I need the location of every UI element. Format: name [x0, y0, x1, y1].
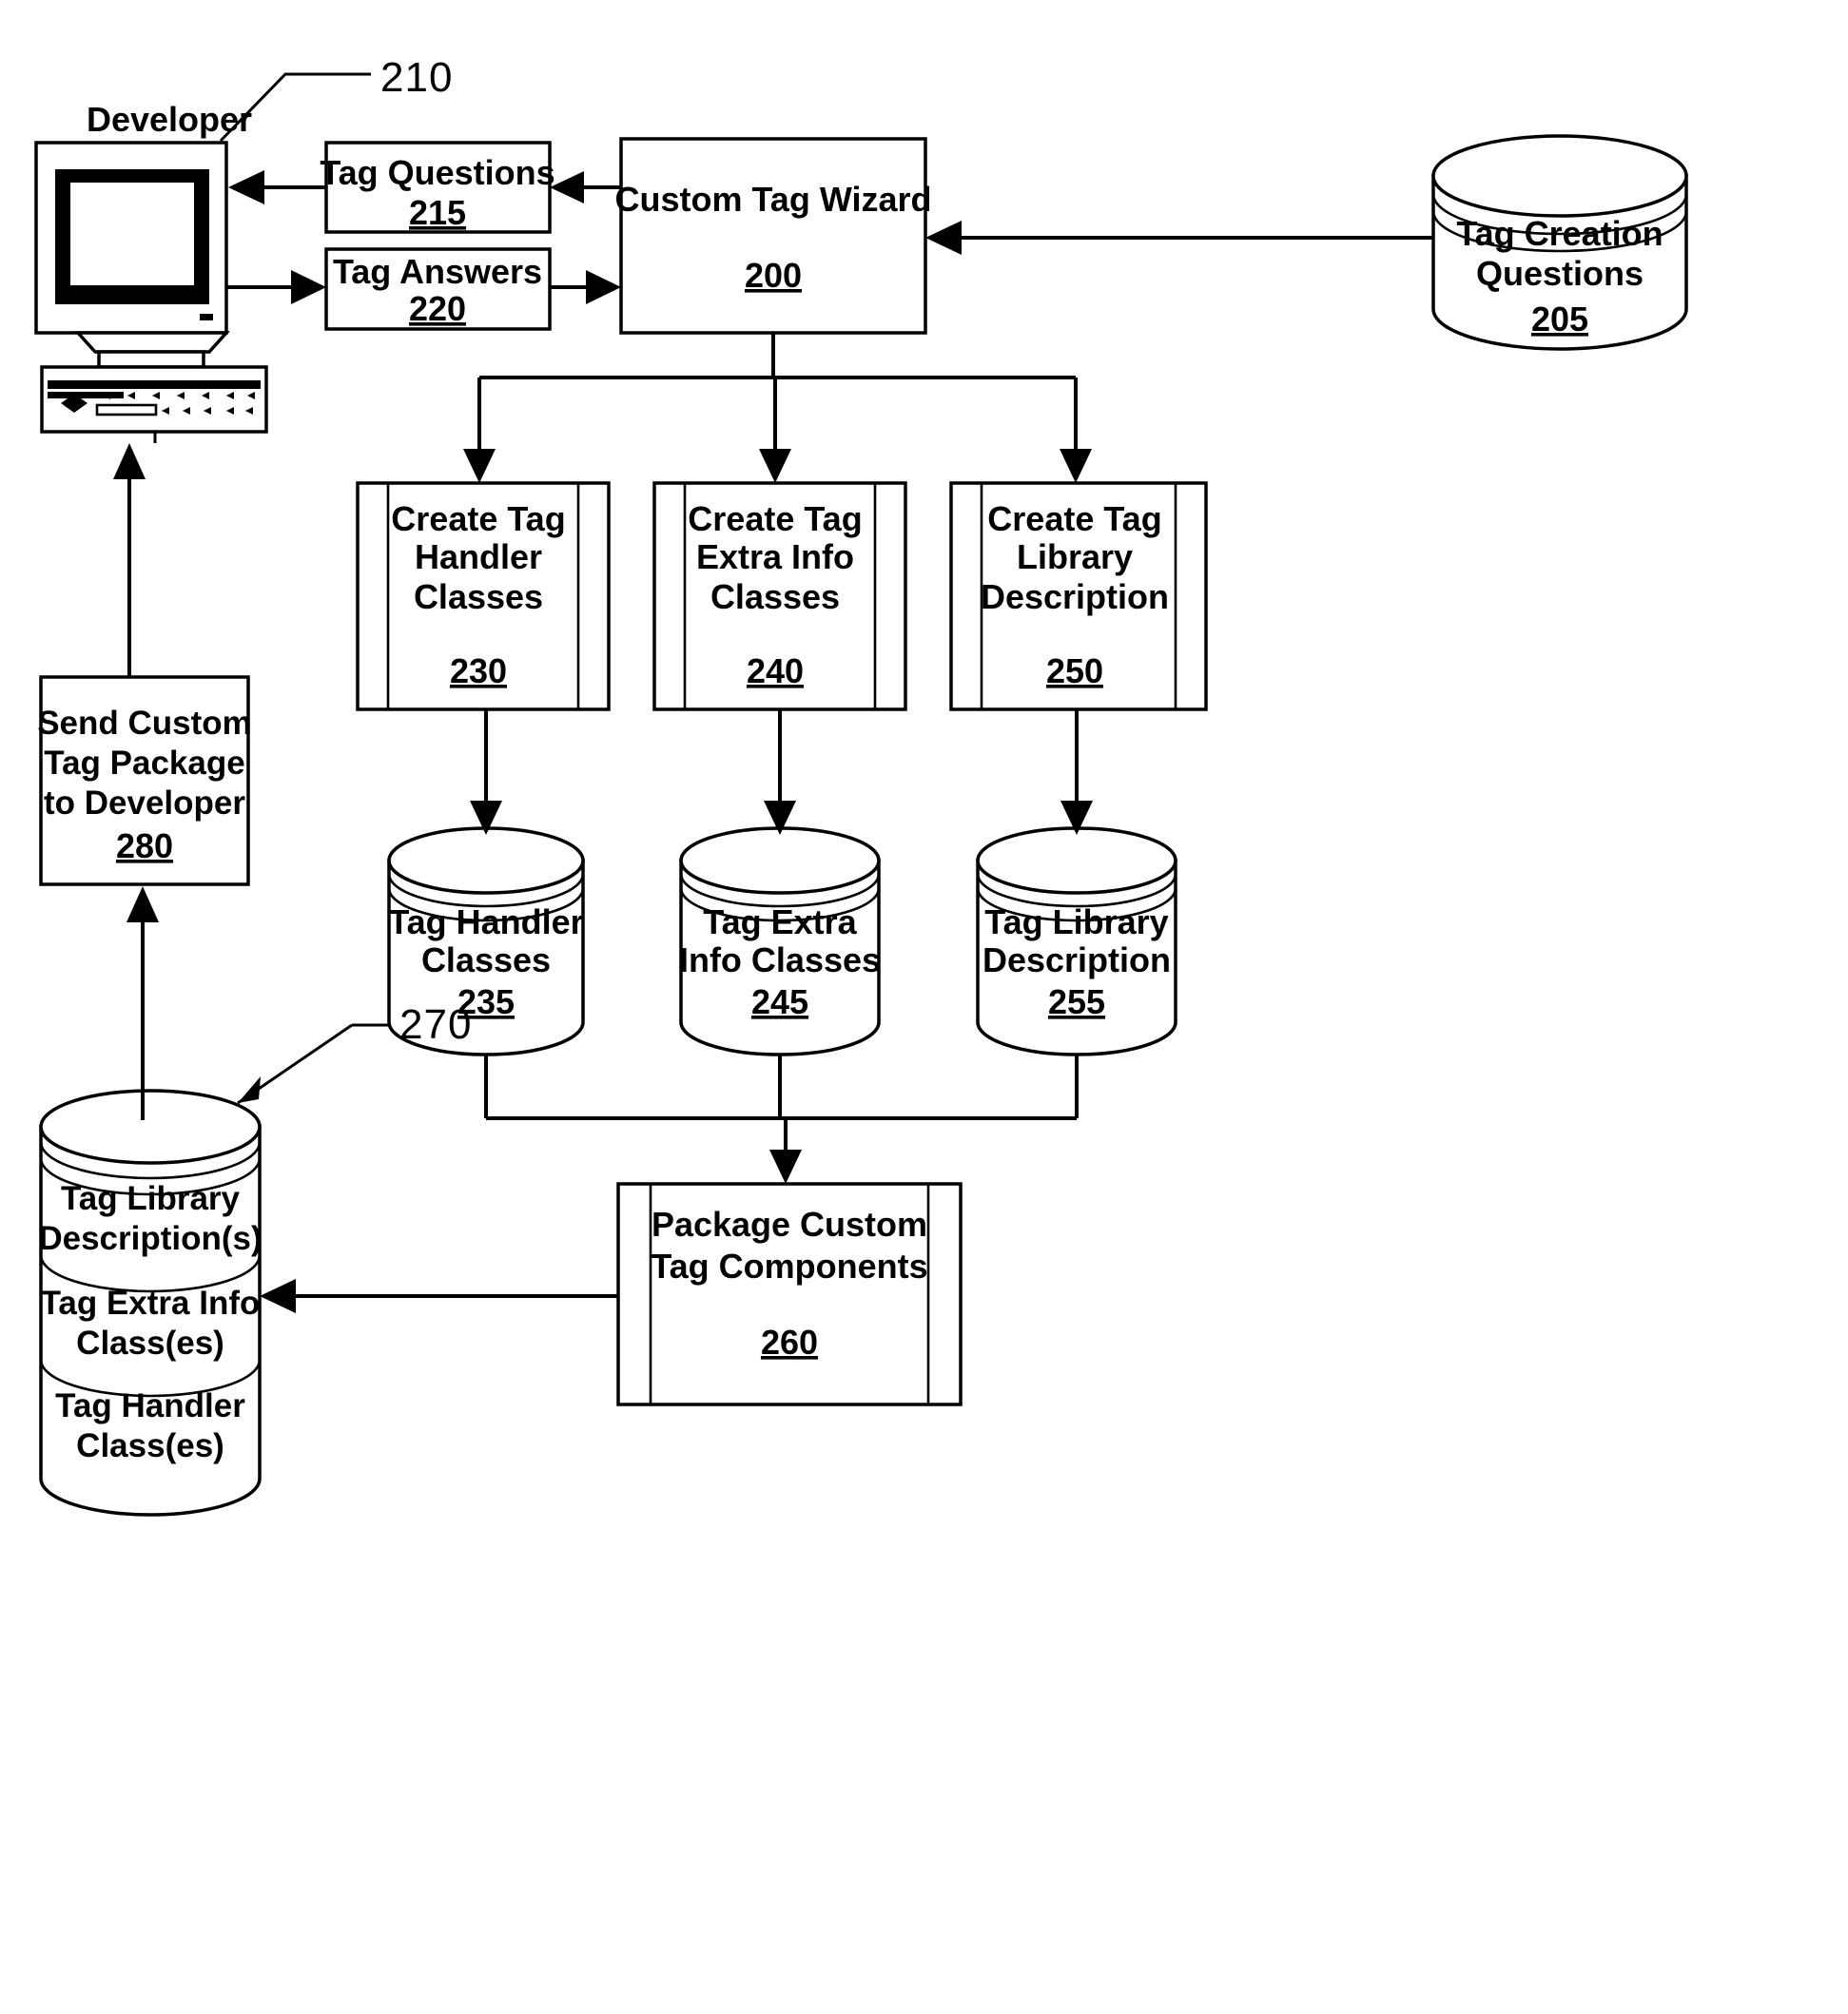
- power-led-icon: [200, 314, 213, 320]
- custom-tag-wizard-ref: 200: [745, 256, 802, 295]
- create-tag-library-label-3: Description: [981, 577, 1169, 616]
- tag-questions-ref: 215: [409, 193, 466, 232]
- tag-creation-questions-top: [1431, 134, 1688, 218]
- keyboard-top-strip: [48, 380, 261, 389]
- tag-library-description-top: [976, 826, 1177, 895]
- tag-library-package-label-3: Tag Extra Info: [41, 1285, 261, 1322]
- monitor-screen: [70, 183, 194, 285]
- tag-library-package-label-5: Tag Handler: [55, 1387, 245, 1424]
- create-tag-handler-label-1: Create Tag: [391, 499, 565, 538]
- tag-questions: Tag Questions 215: [320, 141, 555, 234]
- tag-library-description-label-1: Tag Library: [984, 902, 1168, 941]
- custom-tag-wizard: Custom Tag Wizard 200: [614, 137, 932, 335]
- send-custom-tag-package-label-3: to Developer: [44, 784, 245, 822]
- developer-caption: Developer: [87, 100, 252, 139]
- custom-tag-wizard-box: [619, 137, 927, 335]
- create-tag-handler-label-3: Classes: [414, 577, 543, 616]
- tag-extra-info-classes-store: Tag Extra Info Classes 245: [679, 826, 881, 1056]
- tag-answers-ref: 220: [409, 289, 466, 328]
- tag-creation-questions-label-2: Questions: [1476, 254, 1644, 293]
- package-custom-tag-ref: 260: [761, 1323, 818, 1362]
- tag-library-package-top: [39, 1089, 262, 1165]
- create-tag-extra-info-label-2: Extra Info: [696, 537, 854, 576]
- tag-creation-questions-ref: 205: [1531, 300, 1588, 339]
- tag-creation-questions-label-1: Tag Creation: [1456, 214, 1663, 253]
- package-custom-tag-components: Package Custom Tag Components 260: [616, 1182, 963, 1406]
- monitor-base: [97, 350, 205, 369]
- patent-figure: 210 Developer Tag Questions 215 Tag Answ…: [0, 0, 1848, 2009]
- create-tag-handler-label-2: Handler: [415, 537, 542, 576]
- tag-extra-info-classes-ref: 245: [751, 982, 808, 1021]
- tag-library-package-label-2: Description(s): [38, 1220, 262, 1257]
- create-tag-library-label-1: Create Tag: [987, 499, 1161, 538]
- create-tag-extra-info-classes: Create Tag Extra Info Classes 240: [652, 481, 907, 711]
- create-tag-extra-info-ref: 240: [747, 651, 804, 690]
- tag-library-description-label-2: Description: [982, 940, 1171, 979]
- tag-extra-info-classes-label-2: Info Classes: [679, 940, 881, 979]
- keyboard-second-strip: [48, 392, 124, 398]
- create-tag-handler-classes: Create Tag Handler Classes 230: [356, 481, 611, 711]
- create-tag-library-ref: 250: [1046, 651, 1103, 690]
- create-tag-library-description: Create Tag Library Description 250: [949, 481, 1208, 711]
- send-custom-tag-package-ref: 280: [116, 826, 173, 865]
- send-custom-tag-package-label-1: Send Custom: [37, 705, 252, 742]
- tag-library-description-store: Tag Library Description 255: [976, 826, 1177, 1056]
- create-tag-library-label-2: Library: [1017, 537, 1133, 576]
- create-tag-handler-ref: 230: [450, 651, 507, 690]
- tag-handler-classes-label-1: Tag Handler: [388, 902, 583, 941]
- send-custom-tag-package-label-2: Tag Package: [44, 745, 244, 782]
- tag-answers-label: Tag Answers: [333, 252, 542, 291]
- send-custom-tag-package-to-developer: Send Custom Tag Package to Developer 280: [37, 675, 252, 886]
- package-custom-tag-label-2: Tag Components: [651, 1247, 927, 1286]
- create-tag-extra-info-label-3: Classes: [710, 577, 840, 616]
- tag-creation-questions-store: Tag Creation Questions 205: [1431, 134, 1688, 351]
- tag-answers: Tag Answers 220: [324, 247, 552, 331]
- tag-library-package-label-6: Class(es): [76, 1427, 224, 1464]
- tag-library-package-store: Tag Library Description(s) Tag Extra Inf…: [38, 1089, 263, 1517]
- callout-270-label: 270: [399, 1001, 472, 1048]
- tag-handler-classes-top: [387, 826, 585, 895]
- custom-tag-wizard-label: Custom Tag Wizard: [614, 180, 931, 219]
- callout-210-label: 210: [380, 54, 453, 101]
- tag-handler-classes-label-2: Classes: [421, 940, 551, 979]
- tag-library-package-label-1: Tag Library: [61, 1180, 241, 1217]
- tag-questions-label: Tag Questions: [320, 153, 554, 192]
- tag-extra-info-classes-top: [679, 826, 881, 895]
- tag-extra-info-classes-label-1: Tag Extra: [703, 902, 857, 941]
- monitor-stand: [74, 331, 230, 354]
- package-custom-tag-label-1: Package Custom: [652, 1205, 927, 1244]
- tag-library-package-label-4: Class(es): [76, 1325, 224, 1362]
- create-tag-extra-info-label-1: Create Tag: [688, 499, 862, 538]
- tag-library-description-ref: 255: [1048, 982, 1105, 1021]
